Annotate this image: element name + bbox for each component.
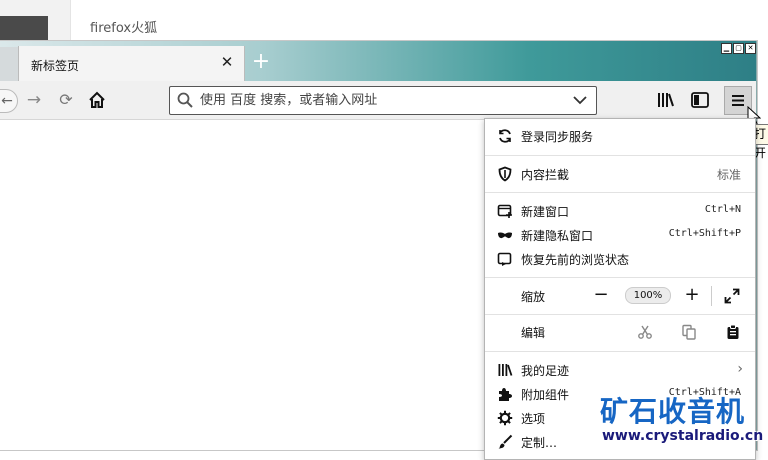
menu-divider bbox=[485, 314, 755, 315]
chevron-right-icon: › bbox=[737, 361, 743, 377]
zoom-reset-button[interactable]: 100% bbox=[625, 287, 671, 304]
menu-item-label: 附加组件 bbox=[521, 388, 570, 402]
menu-item-sync[interactable]: 登录同步服务 bbox=[485, 124, 755, 148]
shortcut: Ctrl+Shift+P bbox=[668, 228, 741, 239]
menu-item-label: 选项 bbox=[521, 412, 546, 426]
new-tab-plus-icon[interactable]: + bbox=[250, 51, 272, 74]
menu-item-label: 我的足迹 bbox=[521, 364, 570, 378]
close-window-icon[interactable]: ✕ bbox=[745, 43, 756, 54]
tab-strip: 新标签页 ✕ + ▁ ▢ ✕ bbox=[0, 41, 756, 81]
forward-arrow-icon[interactable]: → bbox=[23, 89, 45, 111]
url-bar[interactable] bbox=[169, 86, 597, 115]
private-mask-icon bbox=[498, 232, 512, 239]
watermark-url: www.crystalradio.cn bbox=[602, 428, 764, 444]
shortcut: Ctrl+N bbox=[704, 204, 741, 215]
restore-icon[interactable]: ▢ bbox=[733, 43, 744, 54]
shield-icon bbox=[498, 166, 512, 182]
background-page-text: firefox火狐 bbox=[90, 21, 158, 36]
menu-item-library[interactable]: 我的足迹 › bbox=[485, 358, 755, 382]
fullscreen-icon[interactable] bbox=[724, 288, 740, 304]
chevron-down-icon[interactable] bbox=[572, 92, 588, 108]
library-icon[interactable] bbox=[656, 90, 676, 110]
menu-divider bbox=[485, 155, 755, 156]
menu-item-label: 内容拦截 bbox=[521, 168, 570, 182]
tab-scroll-stub bbox=[0, 47, 18, 81]
menu-item-private-window[interactable]: 新建隐私窗口 Ctrl+Shift+P bbox=[485, 223, 755, 247]
restore-icon bbox=[497, 252, 512, 266]
menu-divider bbox=[485, 277, 755, 278]
menu-item-restore-session[interactable]: 恢复先前的浏览状态 bbox=[485, 247, 755, 271]
menu-item-label: 新建窗口 bbox=[521, 205, 570, 219]
sidebar-icon[interactable] bbox=[690, 90, 710, 110]
menu-item-new-window[interactable]: 新建窗口 Ctrl+N bbox=[485, 199, 755, 223]
tab-new-tab[interactable]: 新标签页 ✕ bbox=[18, 46, 245, 81]
copy-icon[interactable] bbox=[681, 324, 697, 340]
close-tab-icon[interactable]: ✕ bbox=[218, 53, 236, 71]
watermark-name: 矿石收音机 bbox=[600, 395, 746, 428]
edit-label: 编辑 bbox=[521, 326, 546, 340]
zoom-label: 缩放 bbox=[521, 290, 546, 304]
menu-divider bbox=[485, 351, 755, 352]
paste-icon[interactable] bbox=[725, 324, 741, 340]
window-controls: ▁ ▢ ✕ bbox=[721, 43, 756, 54]
reload-icon[interactable]: ⟳ bbox=[55, 89, 77, 111]
url-input[interactable] bbox=[200, 90, 560, 110]
background-page: firefox火狐 bbox=[0, 0, 768, 42]
background-thumbnail bbox=[0, 16, 48, 42]
navigation-toolbar: ← → ⟳ bbox=[0, 81, 756, 120]
menu-item-label: 恢复先前的浏览状态 bbox=[521, 253, 630, 267]
menu-item-edit: 编辑 bbox=[485, 320, 755, 344]
menu-item-content-blocking[interactable]: 内容拦截 标准 bbox=[485, 162, 755, 186]
sync-icon bbox=[499, 129, 511, 143]
zoom-divider bbox=[711, 286, 712, 306]
gear-icon bbox=[497, 410, 513, 426]
blocking-level: 标准 bbox=[716, 168, 741, 182]
minimize-icon[interactable]: ▁ bbox=[721, 43, 732, 54]
scissors-icon[interactable] bbox=[637, 324, 653, 340]
menu-item-label: 新建隐私窗口 bbox=[521, 229, 594, 243]
puzzle-icon bbox=[499, 388, 512, 401]
back-arrow-icon[interactable]: ← bbox=[0, 89, 18, 113]
library-icon bbox=[498, 364, 513, 376]
menu-divider bbox=[485, 192, 755, 193]
tab-title: 新标签页 bbox=[31, 59, 80, 73]
watermark-logo: 矿石收音机 www.crystalradio.cn bbox=[600, 390, 768, 448]
zoom-out-button[interactable]: − bbox=[591, 285, 611, 305]
menu-item-zoom: 缩放 − 100% + bbox=[485, 284, 755, 308]
zoom-in-button[interactable]: + bbox=[682, 285, 702, 305]
menu-item-label: 登录同步服务 bbox=[521, 130, 594, 144]
brush-icon bbox=[498, 434, 513, 449]
search-icon bbox=[177, 92, 193, 108]
menu-item-label: 定制… bbox=[521, 436, 558, 450]
new-window-icon bbox=[497, 204, 512, 218]
home-icon[interactable] bbox=[86, 89, 108, 111]
